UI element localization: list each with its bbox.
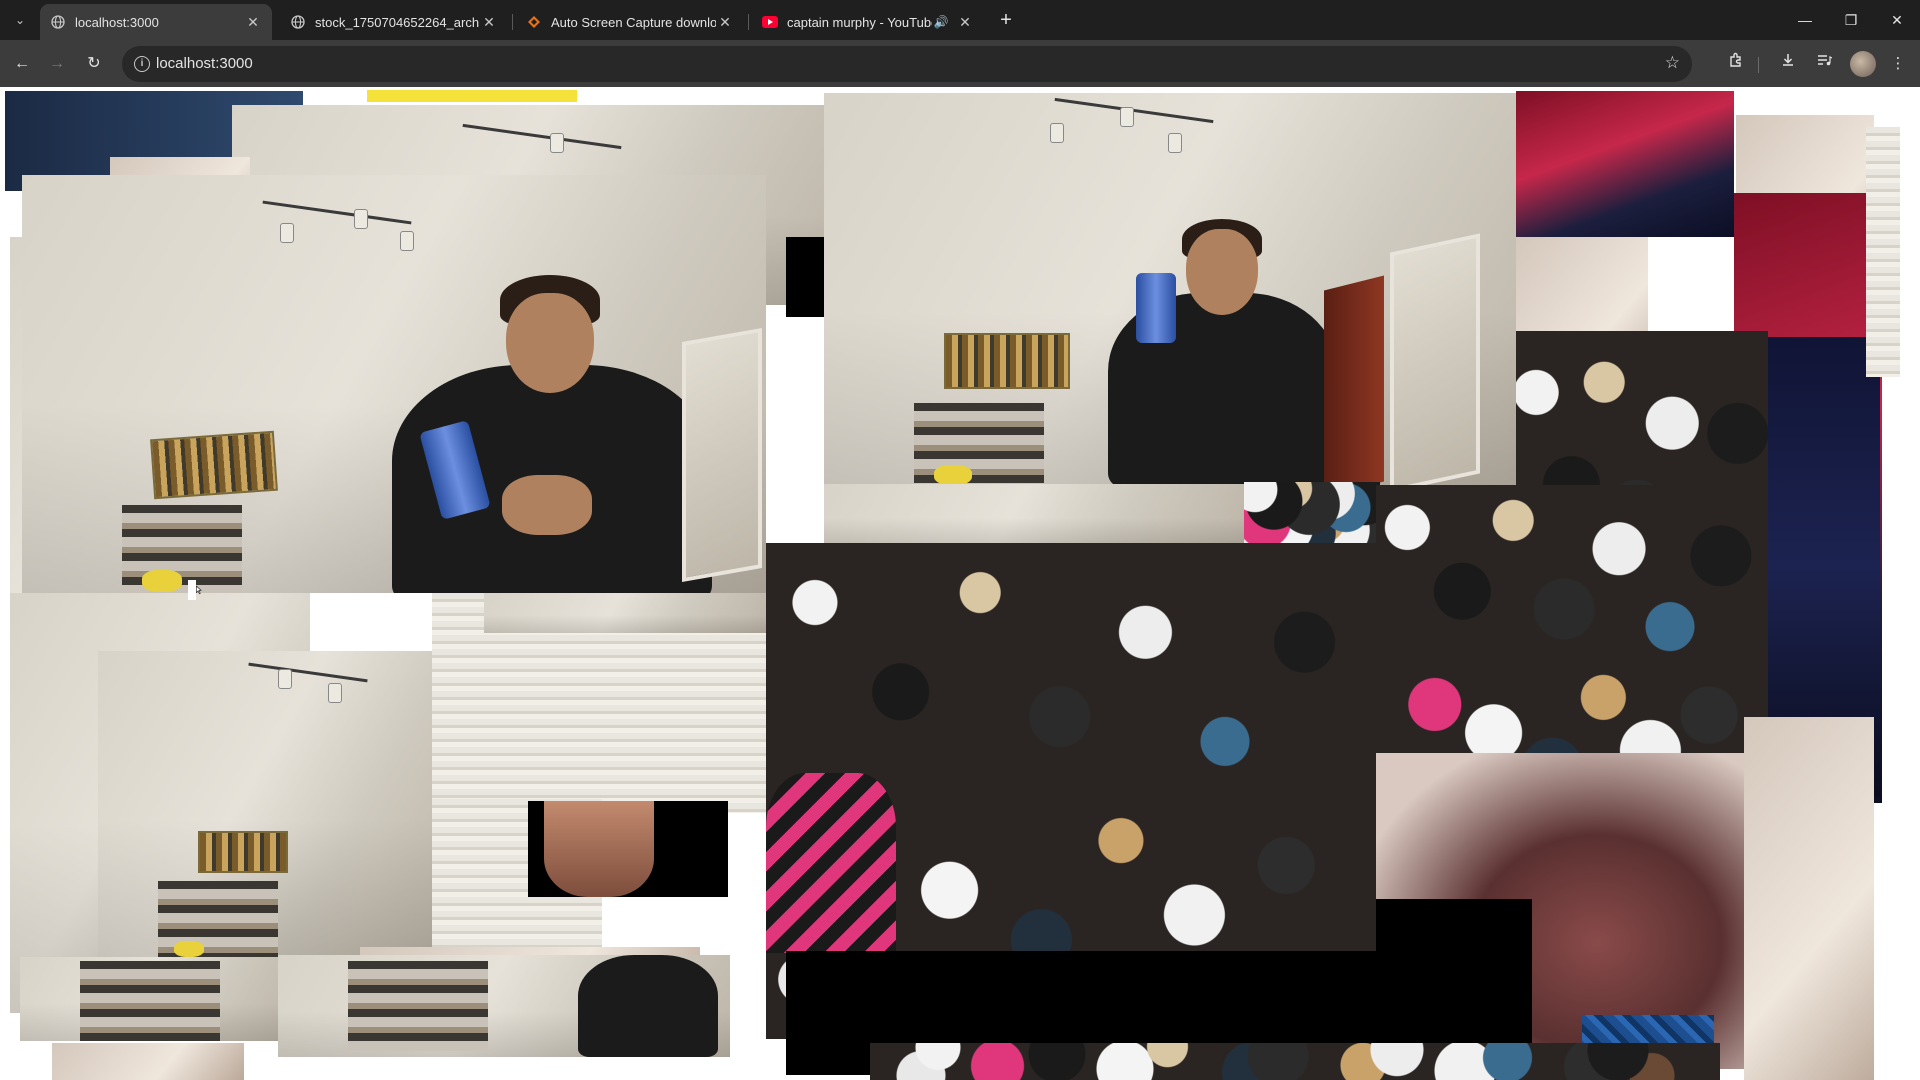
address-bar[interactable]: i localhost:3000 ☆ <box>122 46 1692 82</box>
tab-stock-archive[interactable]: stock_1750704652264_archive ✕ <box>280 4 508 40</box>
collage-photo <box>786 237 826 317</box>
media-controls-icon[interactable] <box>1810 50 1838 78</box>
tab-divider <box>748 14 749 30</box>
mouse-cursor-icon <box>188 580 202 600</box>
globe-icon <box>50 14 66 30</box>
download-icon[interactable] <box>1774 50 1802 78</box>
tab-auto-screen-capture[interactable]: Auto Screen Capture download ✕ <box>516 4 744 40</box>
restore-icon[interactable]: ❐ <box>1828 0 1874 40</box>
reload-button[interactable]: ↻ <box>80 50 108 78</box>
collage-photo <box>1516 91 1734 237</box>
window-close-icon[interactable]: ✕ <box>1874 0 1920 40</box>
page-viewport <box>0 87 1920 1080</box>
minimize-icon[interactable]: — <box>1782 0 1828 40</box>
close-icon[interactable]: ✕ <box>716 13 734 31</box>
globe-icon <box>290 14 306 30</box>
tab-strip: ⌄ localhost:3000 ✕ stock_1750704652264_a… <box>0 0 1920 40</box>
collage-photo <box>52 1043 244 1080</box>
tab-divider <box>512 14 513 30</box>
diamond-icon <box>526 14 542 30</box>
url-text: localhost:3000 <box>156 55 253 72</box>
speaker-icon[interactable]: 🔊 <box>932 13 950 31</box>
collage-photo <box>484 593 766 633</box>
new-tab-button[interactable]: + <box>993 8 1019 34</box>
site-info-icon[interactable]: i <box>134 56 150 72</box>
profile-avatar[interactable] <box>1850 51 1876 77</box>
collage-photo-room-person <box>22 175 766 593</box>
collage-photo-room-person-2 <box>824 93 1516 489</box>
tab-localhost[interactable]: localhost:3000 ✕ <box>40 4 272 40</box>
collage-photo <box>528 801 728 897</box>
tab-youtube[interactable]: captain murphy - YouTube 🔊 ✕ <box>752 4 984 40</box>
menu-dots-icon[interactable]: ⋮ <box>1884 50 1912 78</box>
close-icon[interactable]: ✕ <box>480 13 498 31</box>
youtube-icon <box>762 14 778 30</box>
back-button[interactable]: ← <box>8 50 36 78</box>
close-icon[interactable]: ✕ <box>244 13 262 31</box>
forward-button[interactable]: → <box>43 50 71 78</box>
tab-title: stock_1750704652264_archive <box>315 14 480 30</box>
browser-toolbar: ← → ↻ i localhost:3000 ☆ ⋮ <box>0 40 1920 87</box>
collage-photo <box>1244 482 1380 546</box>
close-icon[interactable]: ✕ <box>956 13 974 31</box>
tab-title: Auto Screen Capture download <box>551 14 716 30</box>
extensions-icon[interactable] <box>1722 50 1750 78</box>
collage-photo <box>1744 717 1874 1080</box>
collage-photo-room-small <box>98 651 432 957</box>
collage-photo <box>824 484 1244 546</box>
bookmark-star-icon[interactable]: ☆ <box>1665 53 1680 73</box>
collage-photo <box>20 957 280 1041</box>
tab-search-icon[interactable]: ⌄ <box>8 8 32 32</box>
tab-title: captain murphy - YouTube <box>787 14 932 30</box>
toolbar-divider <box>1758 57 1759 73</box>
tab-title: localhost:3000 <box>75 14 159 30</box>
collage-photo <box>278 955 730 1057</box>
collage-photo <box>870 1043 1720 1080</box>
collage-photo <box>367 90 577 102</box>
collage-photo <box>1866 127 1900 377</box>
